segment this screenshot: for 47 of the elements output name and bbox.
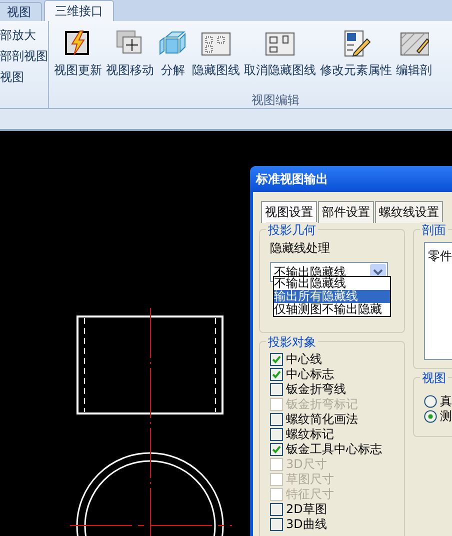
ribbon-item[interactable]: 部放大 xyxy=(0,27,48,44)
checkbox[interactable] xyxy=(270,443,283,456)
radio-button[interactable] xyxy=(424,410,437,423)
tool-label[interactable]: 编辑剖 xyxy=(396,62,432,79)
dialog-tab[interactable]: 部件设置 xyxy=(318,201,374,223)
checkbox-label: 特征尺寸 xyxy=(286,486,334,503)
tool-label[interactable]: 视图更新 xyxy=(54,62,102,79)
dialog-tab[interactable]: 视图设置 xyxy=(261,201,317,223)
radio-button[interactable] xyxy=(424,395,437,408)
checkbox-label: 2D草图 xyxy=(286,501,327,518)
ribbon-item[interactable]: 视图 xyxy=(0,69,48,86)
checkbox-label: 钣金折弯线 xyxy=(286,381,346,398)
tool-label[interactable]: 视图移动 xyxy=(106,62,154,79)
radio-label: 测 xyxy=(440,408,452,425)
checkbox-label: 3D尺寸 xyxy=(286,456,327,473)
dialog-title: 标准视图输出 xyxy=(256,170,328,188)
group-title: 剖面 xyxy=(420,222,448,239)
ribbon-tab[interactable]: 三维接口 xyxy=(44,0,114,21)
checkbox-label: 中心标志 xyxy=(286,366,334,383)
checkbox[interactable] xyxy=(270,368,283,381)
checkbox-label: 中心线 xyxy=(286,351,322,368)
list-item[interactable]: 零件 xyxy=(428,249,452,263)
ribbon-tab[interactable]: 视图 xyxy=(0,2,42,21)
tool-label[interactable]: 分解 xyxy=(161,62,185,79)
radio-label: 真 xyxy=(440,393,452,410)
dialog-tab[interactable]: 螺纹线设置 xyxy=(375,201,443,223)
checkbox-label: 草图尺寸 xyxy=(286,471,334,488)
group-title: 投影几何 xyxy=(266,222,318,239)
dropdown-option[interactable]: 输出所有隐藏线 xyxy=(274,290,390,303)
tool-label[interactable]: 隐藏图线 xyxy=(192,62,240,79)
group-title: 投影对象 xyxy=(266,334,318,351)
group-label: 视图编辑 xyxy=(252,92,300,109)
tool-label[interactable]: 修改元素属性 xyxy=(320,62,392,79)
checkbox[interactable] xyxy=(270,413,283,426)
checkbox[interactable] xyxy=(270,518,283,531)
checkbox-label: 螺纹标记 xyxy=(286,426,334,443)
checkbox-label: 3D曲线 xyxy=(286,516,327,533)
checkbox-label: 螺纹简化画法 xyxy=(286,411,358,428)
checkbox-label: 钣金工具中心标志 xyxy=(286,441,382,458)
ribbon-item[interactable]: 部剖视图 xyxy=(0,48,48,65)
tool-label[interactable]: 取消隐藏图线 xyxy=(244,62,316,79)
checkbox-label: 钣金折弯标记 xyxy=(286,396,358,413)
checkbox[interactable] xyxy=(270,428,283,441)
checkbox[interactable] xyxy=(270,353,283,366)
checkbox[interactable] xyxy=(270,383,283,396)
field-label: 隐藏线处理 xyxy=(270,240,331,257)
checkbox[interactable] xyxy=(270,503,283,516)
